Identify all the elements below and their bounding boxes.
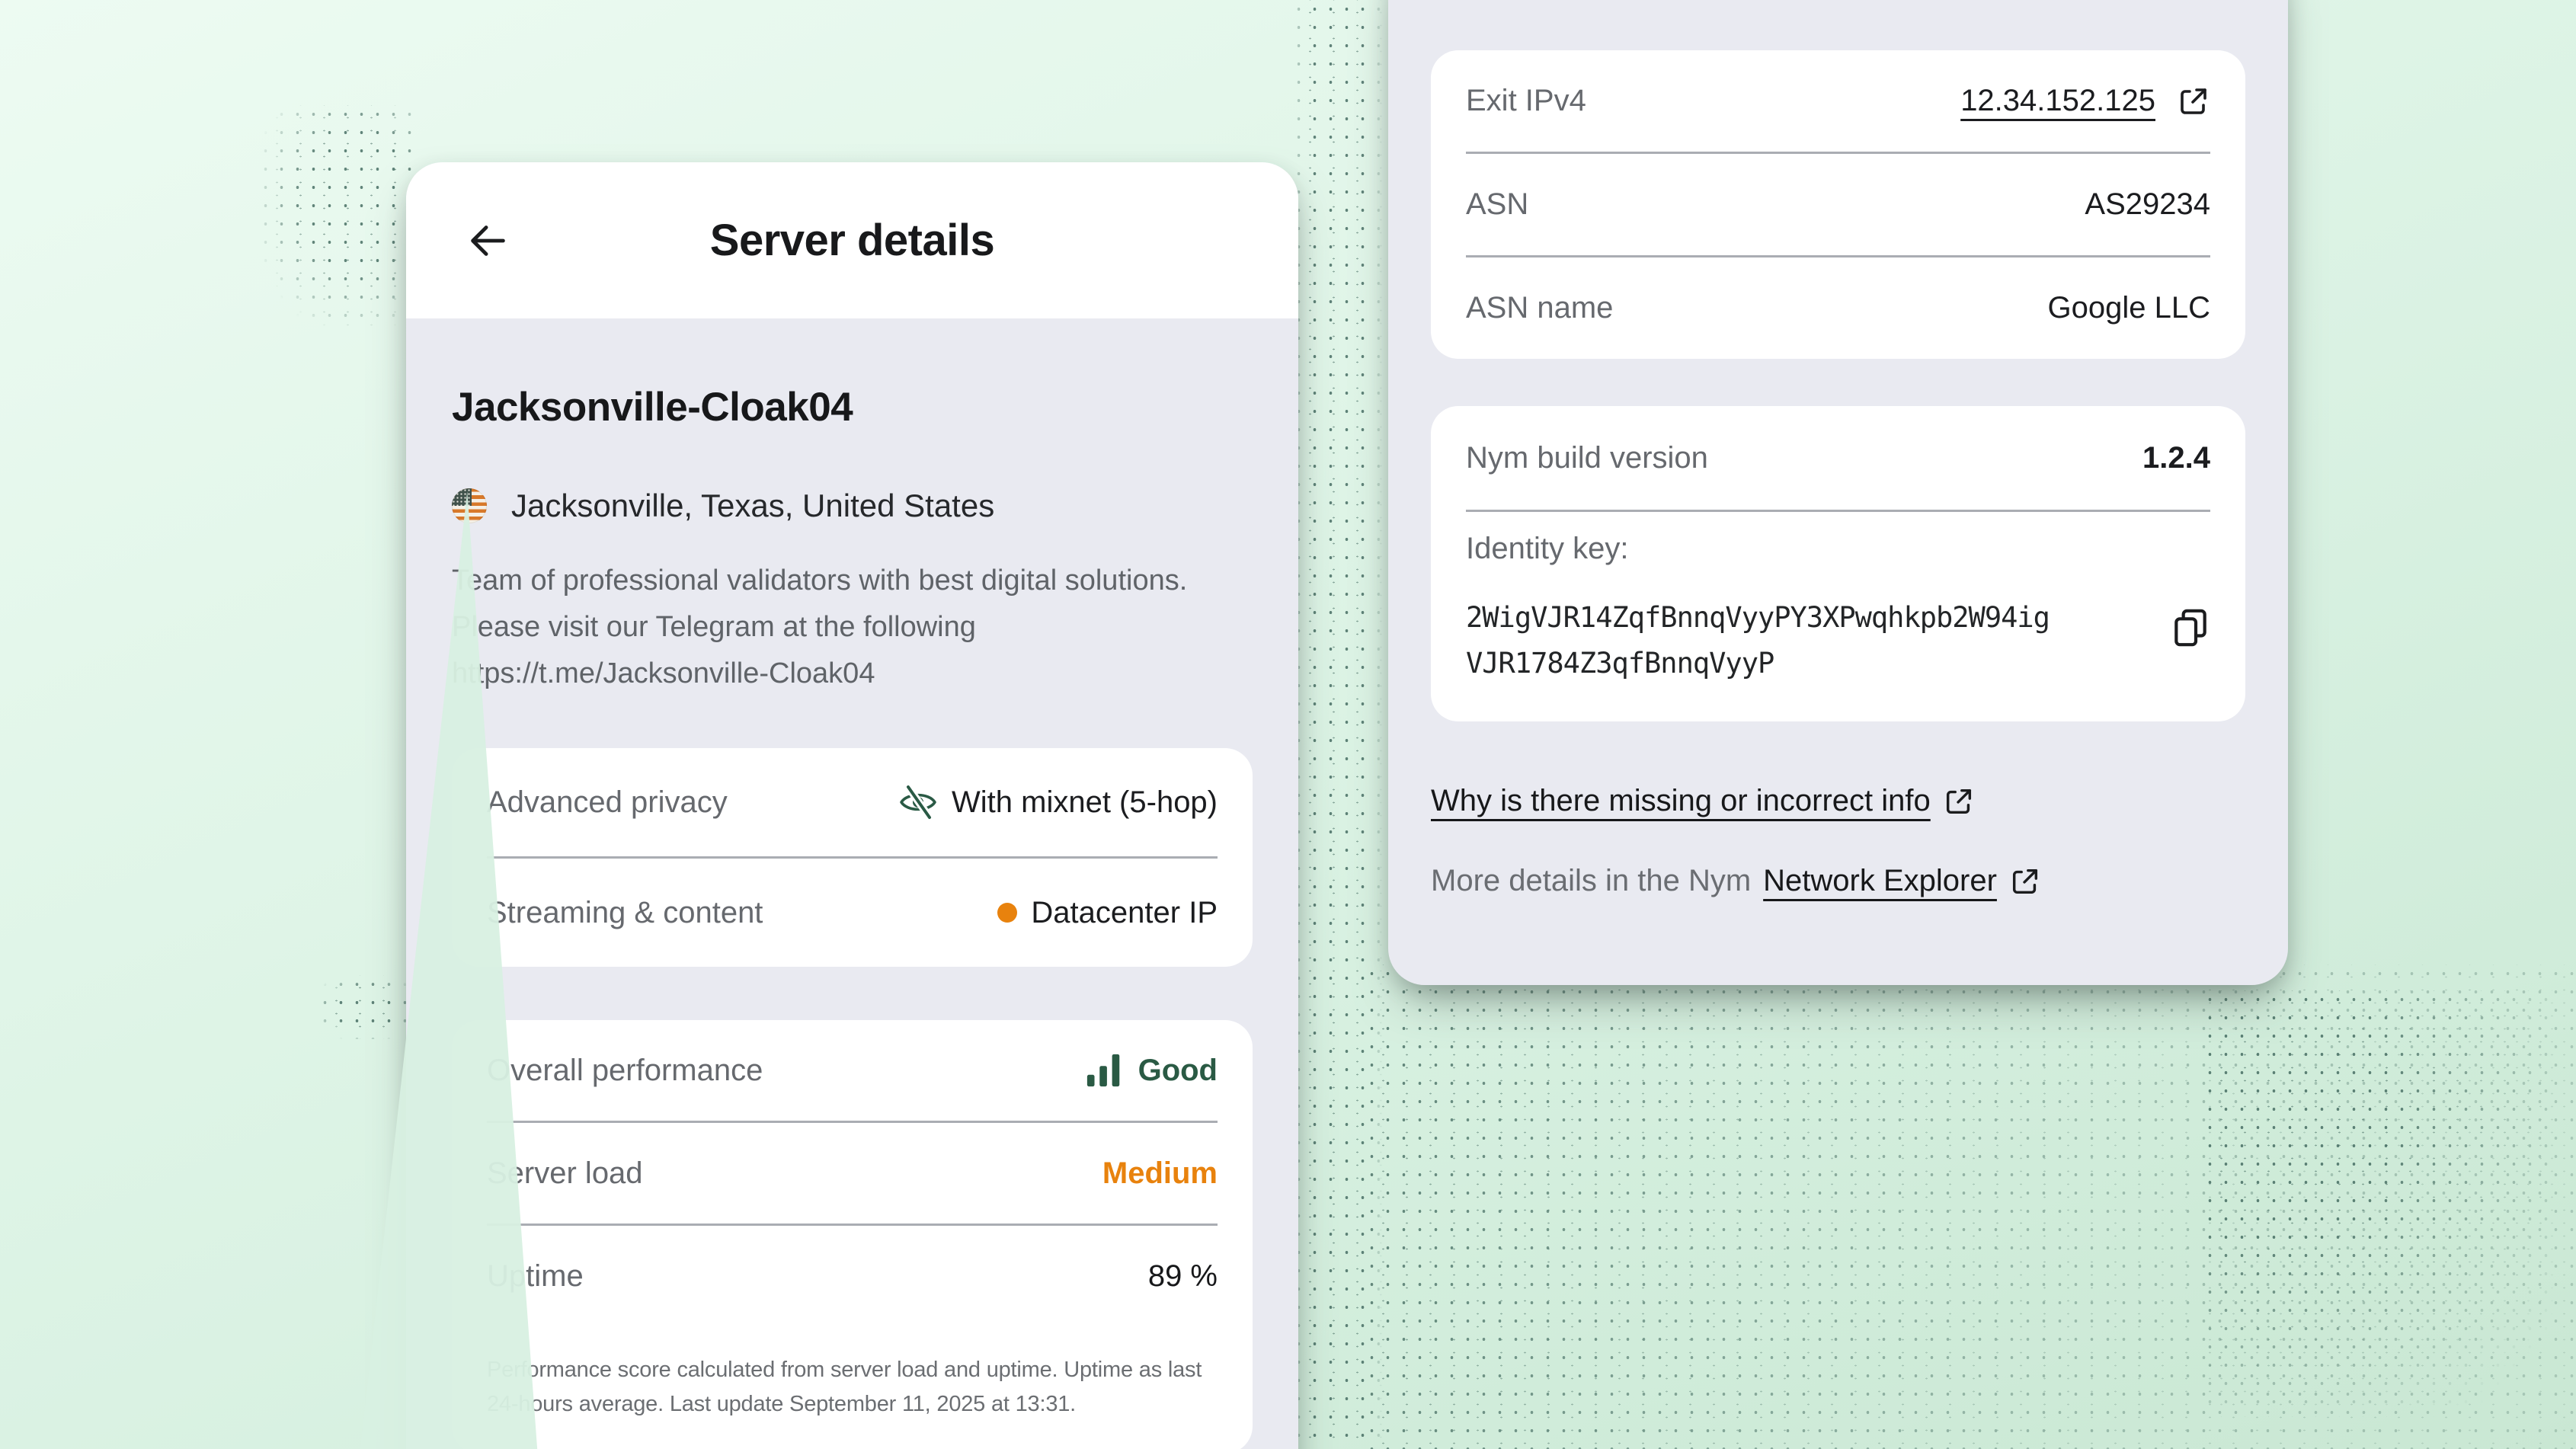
server-details-panel: Server details Jacksonville-Cloak04 Jack… [406,162,1298,1449]
nym-build-version-row: Nym build version 1.2.4 [1431,406,2245,510]
row-label: ASN [1466,187,1528,222]
row-label: Overall performance [487,1054,763,1088]
external-link-icon [1943,785,1975,817]
server-load-value: Medium [1102,1156,1218,1191]
row-label: Advanced privacy [487,785,728,820]
build-info-card: Nym build version 1.2.4 Identity key: 2W… [1431,406,2245,721]
server-description: Team of professional validators with bes… [452,558,1253,697]
server-load-row: Server load Medium [452,1123,1253,1223]
row-label: Streaming & content [487,896,763,930]
streaming-content-text: Datacenter IP [1031,896,1218,930]
advanced-privacy-text: With mixnet (5-hop) [952,785,1218,820]
overall-performance-row: Overall performance Good [452,1020,1253,1121]
identity-key-label: Identity key: [1466,532,2210,566]
privacy-card: Advanced privacy With mixnet (5-hop) [452,748,1253,967]
missing-info-link[interactable]: Why is there missing or incorrect info [1431,784,1931,818]
asn-name-row: ASN name Google LLC [1431,257,2245,359]
uptime-row: Uptime 89 % [452,1226,1253,1326]
back-button[interactable] [461,214,514,267]
advanced-privacy-row: Advanced privacy With mixnet (5-hop) [452,748,1253,856]
screen: Server details Jacksonville-Cloak04 Jack… [0,0,2576,1449]
identity-key-value: 2WigVJR14ZqfBnnqVyyPY3XPwqhkpb2W94ig VJR… [1466,595,2210,686]
server-details-header: Server details [406,162,1298,318]
asn-value: AS29234 [2085,187,2210,222]
server-info-panel: Exit IPv4 12.34.152.125 [1388,0,2288,985]
uptime-value: 89 % [1148,1259,1218,1294]
network-info-card: Exit IPv4 12.34.152.125 [1431,50,2245,359]
row-label: ASN name [1466,291,1613,325]
signal-bars-icon [1085,1051,1125,1090]
overall-performance-text: Good [1138,1054,1218,1088]
page-title: Server details [710,215,994,266]
performance-card: Overall performance Good [452,1020,1253,1449]
streaming-content-value: Datacenter IP [997,896,1218,930]
streaming-content-row: Streaming & content Datacenter IP [452,859,1253,967]
asn-row: ASN AS29234 [1431,154,2245,255]
row-label: Nym build version [1466,441,1708,475]
copy-button[interactable] [2166,603,2215,652]
asn-name-value: Google LLC [2048,291,2210,325]
server-location: Jacksonville, Texas, United States [452,485,1253,527]
copy-icon [2169,606,2212,649]
external-link-icon [2009,865,2041,897]
more-details-prefix: More details in the Nym [1431,864,1751,898]
dot-pattern-decoration [258,105,416,331]
arrow-left-icon [464,217,511,264]
identity-key-line1: 2WigVJR14ZqfBnnqVyyPY3XPwqhkpb2W94ig [1466,601,2050,634]
exit-ipv4-row: Exit IPv4 12.34.152.125 [1431,50,2245,152]
location-text: Jacksonville, Texas, United States [511,488,994,524]
row-label: Exit IPv4 [1466,84,1586,118]
identity-key-line2: VJR1784Z3qfBnnqVyyP [1466,647,1774,680]
more-details-line: More details in the Nym Network Explorer [1431,864,2245,898]
identity-key-block: Identity key: 2WigVJR14ZqfBnnqVyyPY3XPwq… [1431,512,2245,721]
overall-performance-value: Good [1085,1051,1218,1090]
dot-pattern-decoration [317,975,416,1039]
orange-dot-icon [997,903,1017,923]
exit-ipv4-link[interactable]: 12.34.152.125 [1960,84,2163,118]
eye-off-icon [898,782,938,822]
us-flag-icon [452,488,487,523]
exit-ipv4-value: 12.34.152.125 [1960,84,2210,118]
missing-info-line: Why is there missing or incorrect info [1431,784,2245,818]
server-details-body: Jacksonville-Cloak04 Jacksonville, Texas… [406,318,1298,1449]
dot-pattern-decoration [2202,990,2560,1417]
performance-footnote: Performance score calculated from server… [452,1348,1253,1449]
advanced-privacy-value: With mixnet (5-hop) [898,782,1218,822]
network-explorer-link[interactable]: Network Explorer [1763,864,1997,898]
server-info-body: Exit IPv4 12.34.152.125 [1388,0,2288,898]
server-name: Jacksonville-Cloak04 [452,384,1253,431]
external-link-icon[interactable] [2177,85,2210,118]
nym-build-version-value: 1.2.4 [2142,441,2210,475]
